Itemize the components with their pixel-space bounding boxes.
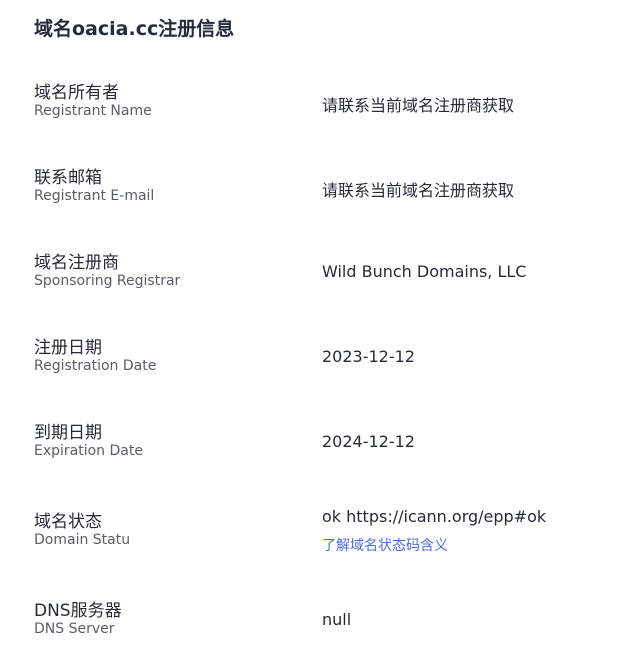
row-label-en: Registrant E-mail xyxy=(34,188,155,204)
row-label-en: Domain Statu xyxy=(34,532,131,548)
row-value: null xyxy=(322,610,352,629)
row-value: 2024-12-12 xyxy=(322,432,415,451)
row-label-zh: 到期日期 xyxy=(34,423,102,443)
row-label-en: Sponsoring Registrar xyxy=(34,273,181,289)
row-label-en: Registrant Name xyxy=(34,103,152,119)
row-label-en: Registration Date xyxy=(34,358,157,374)
status-code-help-link[interactable]: 了解域名状态码含义 xyxy=(322,535,448,555)
row-value: ok https://icann.org/epp#ok xyxy=(322,507,547,526)
row-label-en: DNS Server xyxy=(34,621,115,637)
row-label-zh: 域名状态 xyxy=(34,512,102,532)
row-value: 请联系当前域名注册商获取 xyxy=(322,181,515,200)
row-label-zh: 注册日期 xyxy=(34,338,102,358)
row-label-zh: DNS服务器 xyxy=(34,601,122,621)
row-value: Wild Bunch Domains, LLC xyxy=(322,262,527,281)
row-value: 请联系当前域名注册商获取 xyxy=(322,96,515,115)
row-label-zh: 联系邮箱 xyxy=(34,168,102,188)
domain-info-card: 域名oacia.cc注册信息 域名所有者 Registrant Name 请联系… xyxy=(0,0,635,655)
page-title: 域名oacia.cc注册信息 xyxy=(34,18,235,40)
row-label-zh: 域名注册商 xyxy=(34,253,119,273)
row-label-zh: 域名所有者 xyxy=(34,83,119,103)
row-label-en: Expiration Date xyxy=(34,443,143,459)
row-value: 2023-12-12 xyxy=(322,347,415,366)
